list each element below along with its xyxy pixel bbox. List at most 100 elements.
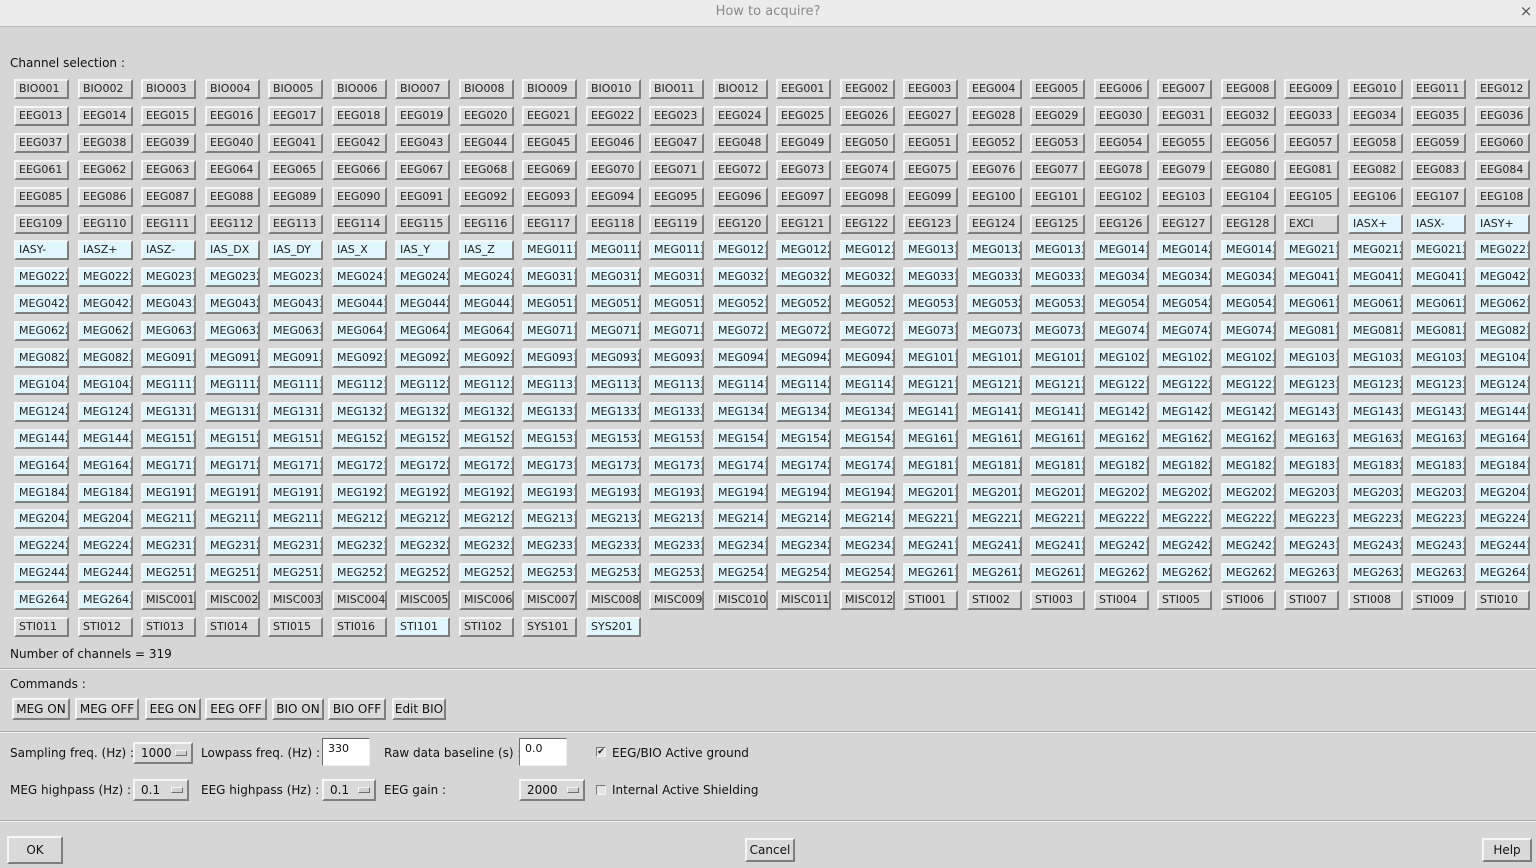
channel-toggle-meg2232[interactable]: MEG2232 (1348, 509, 1403, 529)
channel-toggle-meg1441[interactable]: MEG1441 (1475, 402, 1530, 422)
channel-toggle-sys101[interactable]: SYS101 (522, 617, 577, 637)
channel-toggle-meg0512[interactable]: MEG0512 (586, 294, 641, 314)
channel-toggle-meg1532[interactable]: MEG1532 (586, 429, 641, 449)
channel-toggle-eeg112[interactable]: EEG112 (205, 214, 260, 234)
channel-toggle-meg1233[interactable]: MEG1233 (1411, 375, 1466, 395)
channel-toggle-meg1541[interactable]: MEG1541 (713, 429, 768, 449)
channel-toggle-eeg034[interactable]: EEG034 (1348, 106, 1403, 126)
channel-toggle-meg2411[interactable]: MEG2411 (903, 536, 958, 556)
channel-toggle-meg1133[interactable]: MEG1133 (649, 375, 704, 395)
channel-toggle-eeg010[interactable]: EEG010 (1348, 79, 1403, 99)
channel-toggle-meg2212[interactable]: MEG2212 (967, 509, 1022, 529)
channel-toggle-meg0632[interactable]: MEG0632 (205, 321, 260, 341)
channel-toggle-meg0912[interactable]: MEG0912 (205, 348, 260, 368)
channel-toggle-eeg099[interactable]: EEG099 (903, 187, 958, 207)
channel-toggle-misc001[interactable]: MISC001 (141, 590, 196, 610)
channel-toggle-meg1421[interactable]: MEG1421 (1094, 402, 1149, 422)
channel-toggle-eeg001[interactable]: EEG001 (776, 79, 831, 99)
channel-toggle-meg2442[interactable]: MEG2442 (14, 563, 69, 583)
channel-toggle-eeg114[interactable]: EEG114 (332, 214, 387, 234)
channel-toggle-meg2613[interactable]: MEG2613 (1030, 563, 1085, 583)
channel-toggle-meg0642[interactable]: MEG0642 (395, 321, 450, 341)
channel-toggle-meg2231[interactable]: MEG2231 (1284, 509, 1339, 529)
channel-toggle-eeg071[interactable]: EEG071 (649, 160, 704, 180)
channel-toggle-meg2221[interactable]: MEG2221 (1094, 509, 1149, 529)
channel-toggle-eeg043[interactable]: EEG043 (395, 133, 450, 153)
channel-toggle-meg0243[interactable]: MEG0243 (459, 267, 514, 287)
channel-toggle-meg0112[interactable]: MEG0112 (586, 240, 641, 260)
channel-toggle-meg1212[interactable]: MEG1212 (967, 375, 1022, 395)
channel-toggle-meg1241[interactable]: MEG1241 (1475, 375, 1530, 395)
channel-toggle-eeg128[interactable]: EEG128 (1221, 214, 1276, 234)
channel-toggle-meg1741[interactable]: MEG1741 (713, 456, 768, 476)
channel-toggle-meg0712[interactable]: MEG0712 (586, 321, 641, 341)
channel-toggle-meg0913[interactable]: MEG0913 (268, 348, 323, 368)
channel-toggle-meg0123[interactable]: MEG0123 (840, 240, 895, 260)
channel-toggle-eeg024[interactable]: EEG024 (713, 106, 768, 126)
channel-toggle-eeg005[interactable]: EEG005 (1030, 79, 1085, 99)
channel-toggle-eeg021[interactable]: EEG021 (522, 106, 577, 126)
internal-active-shielding-checkbox[interactable] (596, 785, 606, 795)
channel-toggle-meg1823[interactable]: MEG1823 (1221, 456, 1276, 476)
channel-toggle-meg2032[interactable]: MEG2032 (1348, 483, 1403, 503)
channel-toggle-meg0312[interactable]: MEG0312 (586, 267, 641, 287)
channel-toggle-eeg105[interactable]: EEG105 (1284, 187, 1339, 207)
channel-toggle-meg0722[interactable]: MEG0722 (776, 321, 831, 341)
channel-toggle-meg1941[interactable]: MEG1941 (713, 483, 768, 503)
channel-toggle-meg1612[interactable]: MEG1612 (967, 429, 1022, 449)
channel-toggle-meg0822[interactable]: MEG0822 (14, 348, 69, 368)
channel-toggle-meg2222[interactable]: MEG2222 (1157, 509, 1212, 529)
channel-toggle-meg1523[interactable]: MEG1523 (459, 429, 514, 449)
channel-toggle-eeg036[interactable]: EEG036 (1475, 106, 1530, 126)
channel-toggle-meg0341[interactable]: MEG0341 (1094, 267, 1149, 287)
channel-toggle-meg2532[interactable]: MEG2532 (586, 563, 641, 583)
channel-toggle-meg0513[interactable]: MEG0513 (649, 294, 704, 314)
channel-toggle-eeg094[interactable]: EEG094 (586, 187, 641, 207)
channel-toggle-meg2012[interactable]: MEG2012 (967, 483, 1022, 503)
channel-toggle-meg2141[interactable]: MEG2141 (713, 509, 768, 529)
channel-toggle-misc006[interactable]: MISC006 (459, 590, 514, 610)
channel-toggle-meg1143[interactable]: MEG1143 (840, 375, 895, 395)
channel-toggle-eeg032[interactable]: EEG032 (1221, 106, 1276, 126)
channel-toggle-meg1032[interactable]: MEG1032 (1348, 348, 1403, 368)
channel-toggle-misc004[interactable]: MISC004 (332, 590, 387, 610)
channel-toggle-meg2331[interactable]: MEG2331 (522, 536, 577, 556)
channel-toggle-meg2412[interactable]: MEG2412 (967, 536, 1022, 556)
channel-toggle-meg1221[interactable]: MEG1221 (1094, 375, 1149, 395)
eeg-on-button[interactable]: EEG ON (145, 698, 201, 720)
channel-toggle-eeg107[interactable]: EEG107 (1411, 187, 1466, 207)
channel-toggle-eeg056[interactable]: EEG056 (1221, 133, 1276, 153)
channel-toggle-eeg073[interactable]: EEG073 (776, 160, 831, 180)
channel-toggle-eeg050[interactable]: EEG050 (840, 133, 895, 153)
channel-toggle-meg1113[interactable]: MEG1113 (268, 375, 323, 395)
channel-toggle-meg1713[interactable]: MEG1713 (268, 456, 323, 476)
channel-toggle-eeg026[interactable]: EEG026 (840, 106, 895, 126)
channel-toggle-eeg003[interactable]: EEG003 (903, 79, 958, 99)
channel-toggle-meg0213[interactable]: MEG0213 (1411, 240, 1466, 260)
channel-toggle-eeg023[interactable]: EEG023 (649, 106, 704, 126)
channel-toggle-eeg063[interactable]: EEG063 (141, 160, 196, 180)
channel-toggle-meg1622[interactable]: MEG1622 (1157, 429, 1212, 449)
channel-toggle-meg0522[interactable]: MEG0522 (776, 294, 831, 314)
channel-toggle-meg0732[interactable]: MEG0732 (967, 321, 1022, 341)
channel-toggle-eeg018[interactable]: EEG018 (332, 106, 387, 126)
channel-toggle-meg2031[interactable]: MEG2031 (1284, 483, 1339, 503)
channel-toggle-meg0331[interactable]: MEG0331 (903, 267, 958, 287)
channel-toggle-meg1112[interactable]: MEG1112 (205, 375, 260, 395)
channel-toggle-meg1012[interactable]: MEG1012 (967, 348, 1022, 368)
channel-toggle-meg1111[interactable]: MEG1111 (141, 375, 196, 395)
channel-toggle-meg0311[interactable]: MEG0311 (522, 267, 577, 287)
channel-toggle-eeg124[interactable]: EEG124 (967, 214, 1022, 234)
channel-toggle-meg0721[interactable]: MEG0721 (713, 321, 768, 341)
lowpass-freq-input[interactable]: 330 (322, 738, 370, 766)
channel-toggle-meg0233[interactable]: MEG0233 (268, 267, 323, 287)
channel-toggle-meg1623[interactable]: MEG1623 (1221, 429, 1276, 449)
eeg-off-button[interactable]: EEG OFF (205, 698, 267, 720)
channel-toggle-eeg038[interactable]: EEG038 (78, 133, 133, 153)
channel-toggle-meg2611[interactable]: MEG2611 (903, 563, 958, 583)
channel-toggle-meg0131[interactable]: MEG0131 (903, 240, 958, 260)
channel-toggle-eeg100[interactable]: EEG100 (967, 187, 1022, 207)
channel-toggle-meg0641[interactable]: MEG0641 (332, 321, 387, 341)
channel-toggle-sti003[interactable]: STI003 (1030, 590, 1085, 610)
channel-toggle-meg2243[interactable]: MEG2243 (78, 536, 133, 556)
